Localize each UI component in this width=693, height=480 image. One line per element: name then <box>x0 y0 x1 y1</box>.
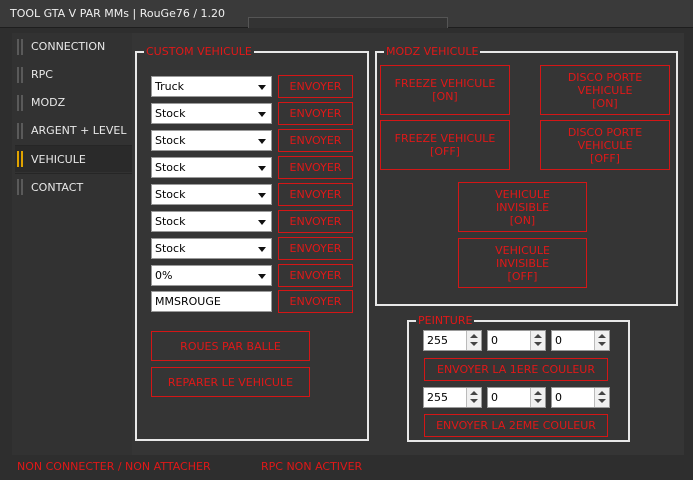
sidebar-item-label: MODZ <box>31 96 66 109</box>
nav-marker-icon <box>17 38 25 55</box>
bulletproof-wheels-button[interactable]: ROUES PAR BALLE <box>151 331 310 361</box>
freeze-on-button[interactable]: FREEZE VEHICULE [ON] <box>380 65 510 115</box>
invisible-on-button[interactable]: VEHICULE INVISIBLE [ON] <box>458 182 587 232</box>
color1-red-stepper[interactable]: 255 <box>423 330 482 351</box>
nav-marker-icon <box>17 94 25 111</box>
nav-marker-icon <box>17 151 25 167</box>
chevron-down-icon <box>258 193 266 198</box>
connection-status: NON CONNECTER / NON ATTACHER <box>17 460 211 473</box>
chevron-down-icon <box>258 166 266 171</box>
chevron-down-icon <box>258 85 266 90</box>
vehicle-select[interactable]: Truck <box>151 76 272 97</box>
send-color2-button[interactable]: ENVOYER LA 2EME COULEUR <box>424 414 608 437</box>
mod-select[interactable]: Stock <box>151 157 272 178</box>
sidebar-item-vehicule[interactable]: VEHICULE <box>15 145 132 172</box>
send-button[interactable]: ENVOYER <box>278 210 353 233</box>
chevron-down-icon <box>258 274 266 279</box>
spinner-arrows-icon[interactable] <box>466 331 481 350</box>
tint-select[interactable]: 0% <box>151 265 272 286</box>
window-title: TOOL GTA V PAR MMs | RouGe76 / 1.20 <box>10 7 226 20</box>
send-button[interactable]: ENVOYER <box>278 183 353 206</box>
color1-blue-stepper[interactable]: 0 <box>551 330 610 351</box>
sidebar-item-label: CONNECTION <box>31 40 106 53</box>
sidebar-item-label: CONTACT <box>31 180 84 194</box>
nav-marker-icon <box>17 66 25 83</box>
spinner-arrows-icon[interactable] <box>466 388 481 407</box>
spinner-arrows-icon[interactable] <box>530 331 545 350</box>
nav-marker-icon <box>17 179 25 195</box>
send-button[interactable]: ENVOYER <box>278 129 353 152</box>
sidebar-item-rpc[interactable]: RPC <box>15 61 132 88</box>
repair-vehicle-button[interactable]: REPARER LE VEHICULE <box>151 367 310 397</box>
spinner-arrows-icon[interactable] <box>594 331 609 350</box>
sidebar-item-label: ARGENT + LEVEL <box>31 124 127 137</box>
sidebar-item-contact[interactable]: CONTACT <box>15 173 132 200</box>
send-button[interactable]: ENVOYER <box>278 102 353 125</box>
sidebar-item-label: VEHICULE <box>31 152 86 166</box>
send-button[interactable]: ENVOYER <box>278 75 353 98</box>
title-tab <box>248 17 448 28</box>
send-color1-button[interactable]: ENVOYER LA 1ERE COULEUR <box>424 358 608 381</box>
disco-doors-off-button[interactable]: DISCO PORTE VEHICULE [OFF] <box>540 120 670 170</box>
group-title: MODZ VEHICULE <box>384 45 481 58</box>
mod-select[interactable]: Stock <box>151 238 272 259</box>
chevron-down-icon <box>258 112 266 117</box>
chevron-down-icon <box>258 247 266 252</box>
mod-select[interactable]: Stock <box>151 184 272 205</box>
freeze-off-button[interactable]: FREEZE VEHICULE [OFF] <box>380 120 510 170</box>
disco-doors-on-button[interactable]: DISCO PORTE VEHICULE [ON] <box>540 65 670 115</box>
spinner-arrows-icon[interactable] <box>530 388 545 407</box>
mod-select[interactable]: Stock <box>151 211 272 232</box>
sidebar-item-modz[interactable]: MODZ <box>15 89 132 116</box>
sidebar-item-label: RPC <box>31 68 53 81</box>
invisible-off-button[interactable]: VEHICULE INVISIBLE [OFF] <box>458 238 587 288</box>
rpc-status: RPC NON ACTIVER <box>261 460 363 473</box>
send-button[interactable]: ENVOYER <box>278 264 353 287</box>
send-button[interactable]: ENVOYER <box>278 290 353 313</box>
chevron-down-icon <box>258 220 266 225</box>
sidebar-item-connection[interactable]: CONNECTION <box>15 33 132 60</box>
nav-marker-icon <box>17 122 25 139</box>
plate-input[interactable]: MMSROUGE <box>151 291 272 312</box>
send-button[interactable]: ENVOYER <box>278 156 353 179</box>
group-title: PEINTURE <box>416 314 475 327</box>
group-title: CUSTOM VEHICULE <box>144 45 254 58</box>
sidebar-item-argent-level[interactable]: ARGENT + LEVEL <box>15 117 132 144</box>
send-button[interactable]: ENVOYER <box>278 237 353 260</box>
mod-select[interactable]: Stock <box>151 130 272 151</box>
color1-green-stepper[interactable]: 0 <box>487 330 546 351</box>
color2-blue-stepper[interactable]: 0 <box>551 387 610 408</box>
spinner-arrows-icon[interactable] <box>594 388 609 407</box>
color2-green-stepper[interactable]: 0 <box>487 387 546 408</box>
color2-red-stepper[interactable]: 255 <box>423 387 482 408</box>
mod-select[interactable]: Stock <box>151 103 272 124</box>
chevron-down-icon <box>258 139 266 144</box>
